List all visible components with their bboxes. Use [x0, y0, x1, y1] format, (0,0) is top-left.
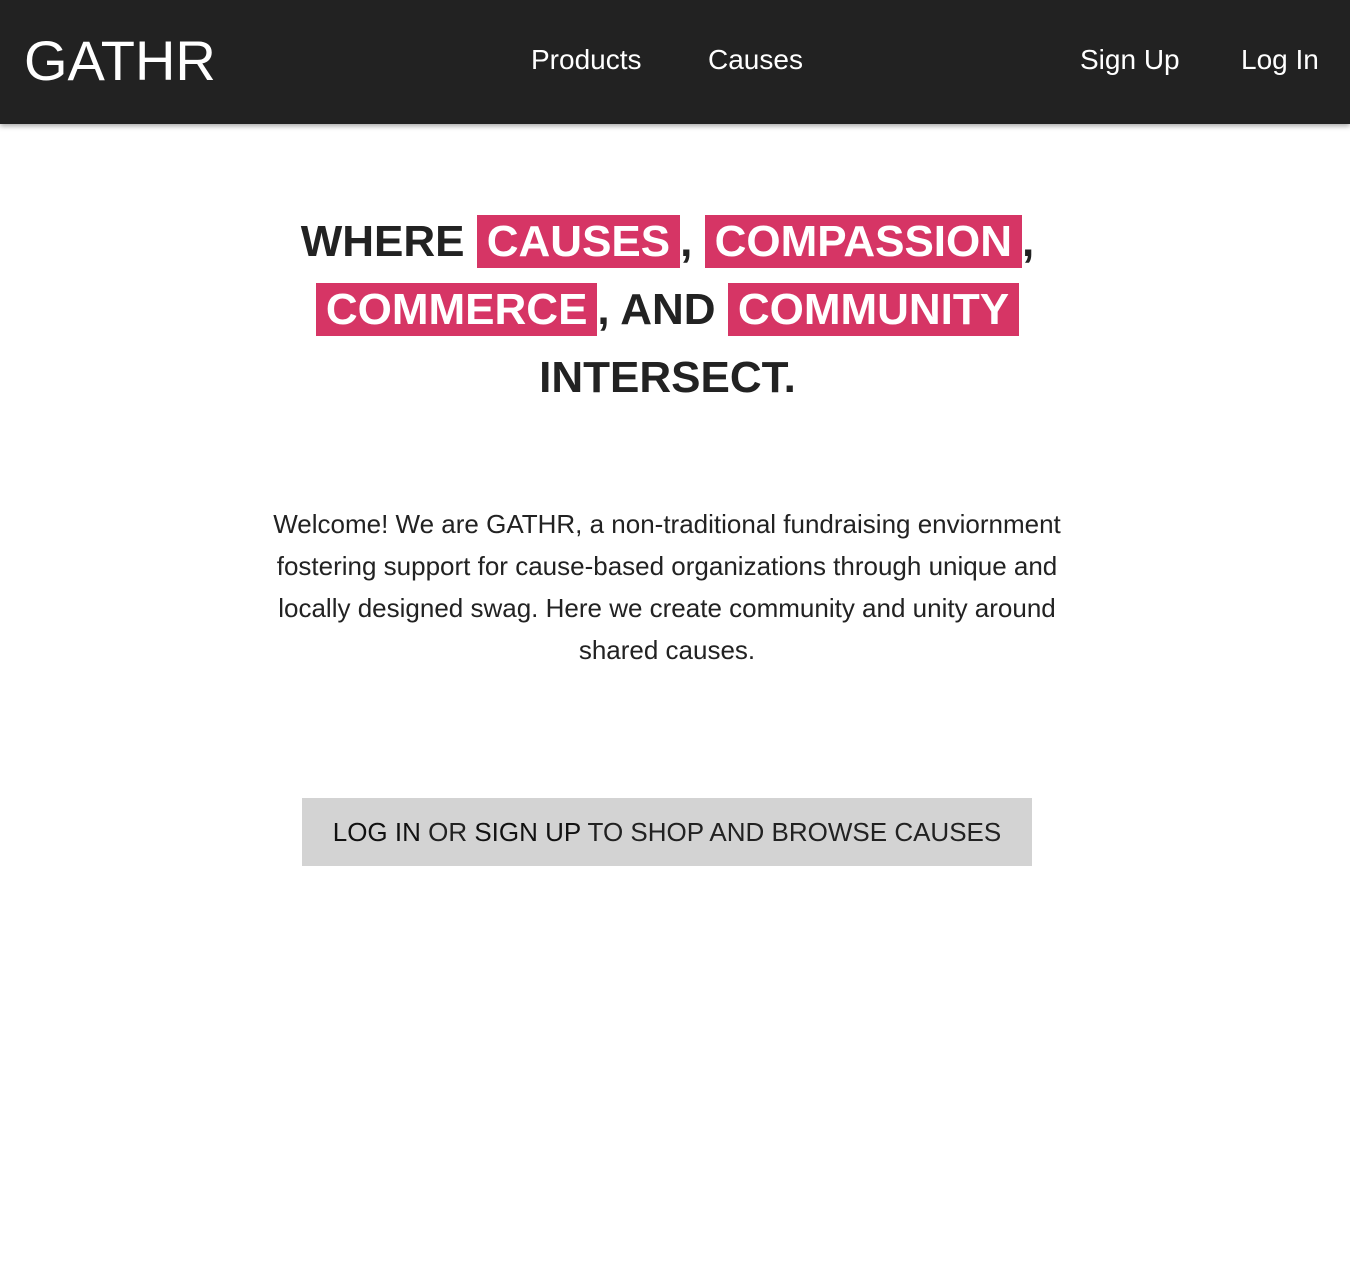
welcome-paragraph: Welcome! We are GATHR, a non-traditional… [273, 509, 1061, 665]
nav-link-causes[interactable]: Causes [708, 42, 803, 78]
hero-highlight-compassion: COMPASSION [704, 215, 1023, 268]
hero-highlight-commerce: COMMERCE [315, 283, 598, 336]
nav-link-sign-up[interactable]: Sign Up [1080, 42, 1180, 78]
login-signup-prompt: LOG IN OR SIGN UP TO SHOP AND BROWSE CAU… [302, 798, 1032, 866]
brand-logo-link[interactable]: GATHR [24, 27, 216, 95]
hero-comma: , [680, 217, 693, 266]
cta-rest-text: TO SHOP AND BROWSE CAUSES [587, 817, 1002, 847]
cta-or-text: OR [428, 817, 468, 847]
nav-link-log-in[interactable]: Log In [1241, 42, 1319, 78]
nav-link-products[interactable]: Products [531, 42, 642, 78]
hero-word-intersect: INTERSECT. [539, 353, 796, 402]
hero-highlight-causes: CAUSES [476, 215, 681, 268]
top-navbar: GATHR Products Causes Sign Up Log In [0, 0, 1350, 124]
cta-log-in-link[interactable]: LOG IN [333, 817, 421, 847]
hero-word-and: , AND [597, 285, 716, 334]
cta-sign-up-link[interactable]: SIGN UP [474, 817, 580, 847]
hero-word-where: WHERE [300, 217, 465, 266]
hero-highlight-community: COMMUNITY [727, 283, 1020, 336]
hero-heading: WHERE CAUSES, COMPASSION, COMMERCE, AND C… [225, 208, 1110, 412]
hero-comma: , [1022, 217, 1035, 266]
